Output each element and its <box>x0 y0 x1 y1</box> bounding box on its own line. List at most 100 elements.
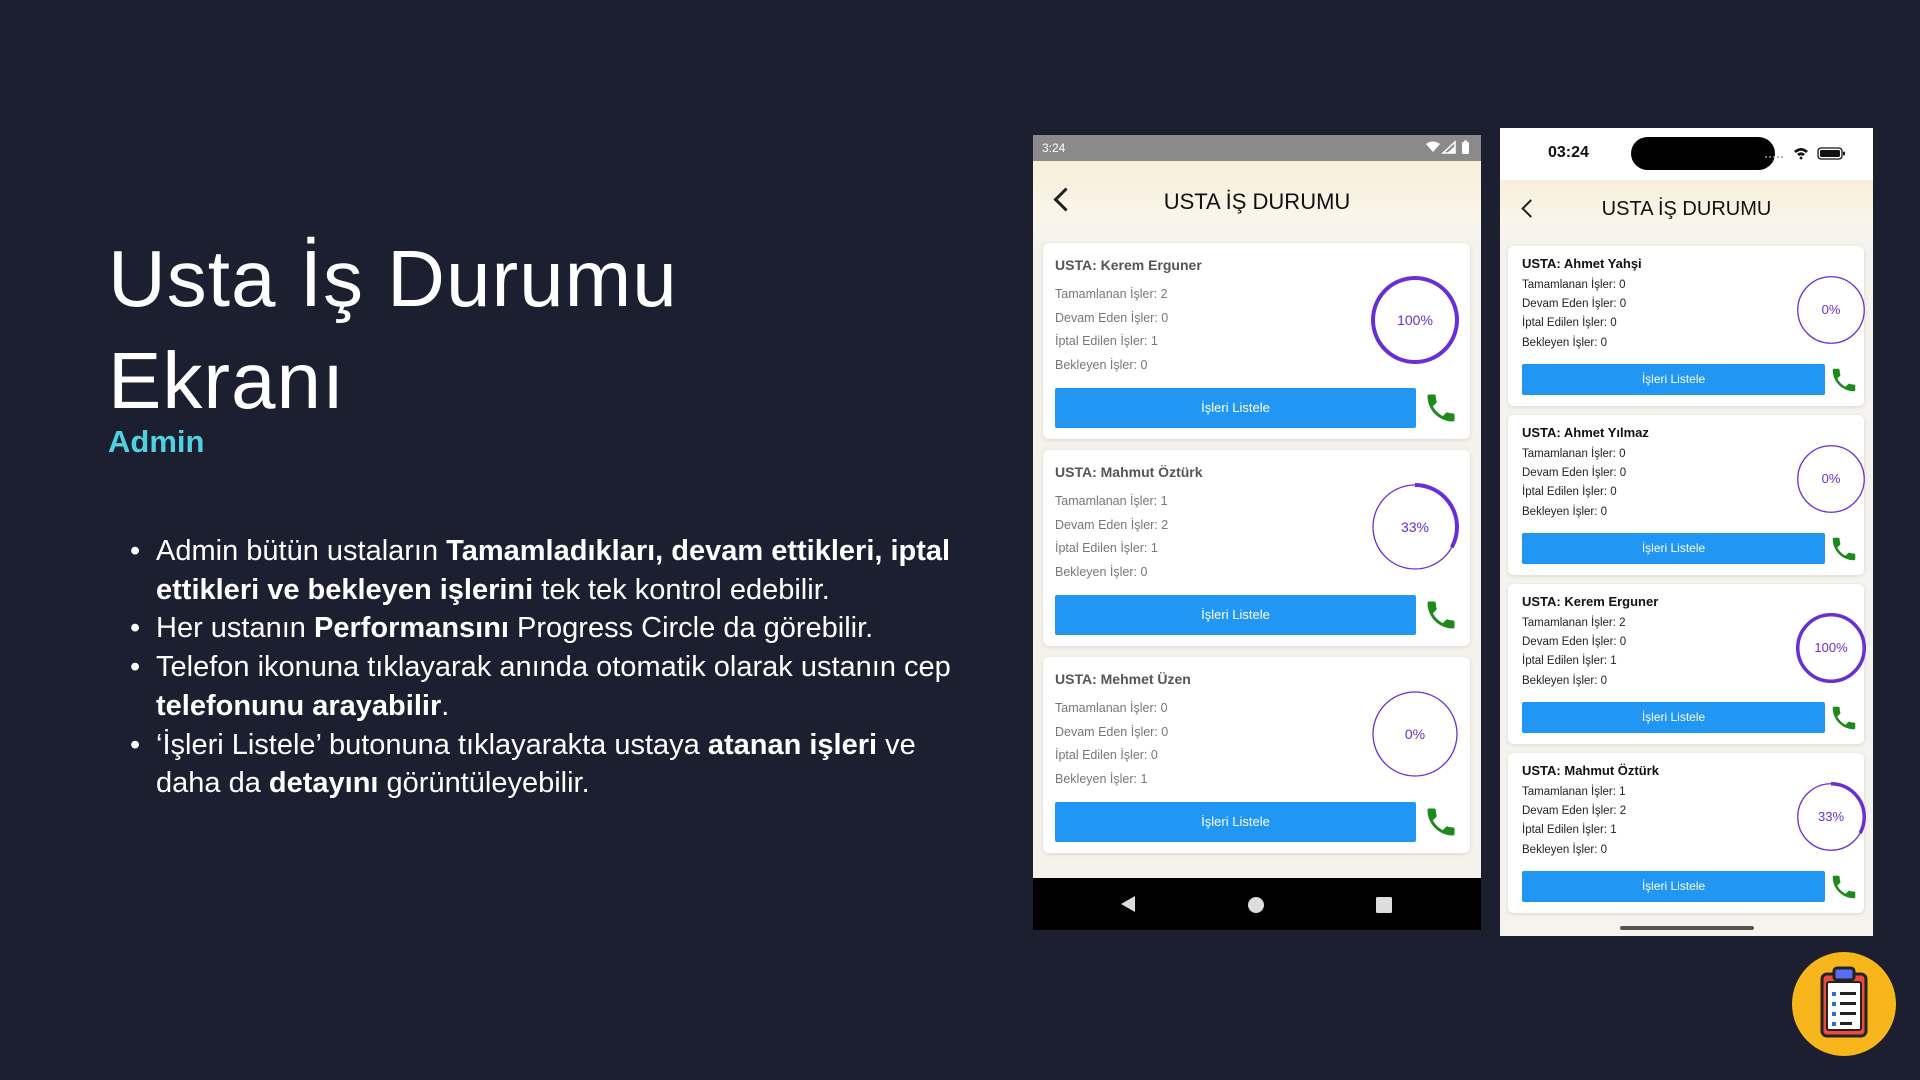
ios-screen-title: USTA İŞ DURUMU <box>1601 198 1772 220</box>
slide-subtitle: Admin <box>108 424 205 459</box>
slide-title: Usta İş Durumu Ekranı <box>108 228 678 432</box>
usta-card: USTA: Mahmut Öztürk Tamamlanan İşler: 1 De… <box>1508 753 1866 913</box>
usta-stat: İptal Edilen İşler: 1 <box>1522 655 1617 668</box>
clipboard-checklist-icon <box>1820 966 1868 1038</box>
phone-icon[interactable] <box>1829 534 1859 568</box>
bullet-text: görüntüleyebilir. <box>378 767 590 800</box>
usta-card: USTA: Ahmet Yahşi Tamamlanan İşler: 0 Deva… <box>1508 246 1866 406</box>
ios-status-bar: 03:24 <box>1500 128 1873 180</box>
usta-name: USTA: Mehmet Üzen <box>1055 671 1191 687</box>
bullet-text: ‘İşleri Listele’ butonuna tıklayarakta u… <box>156 728 708 761</box>
usta-stat: Tamamlanan İşler: 2 <box>1055 287 1168 301</box>
feature-bullet: Admin bütün ustaların Tamamladıkları, de… <box>130 532 970 609</box>
usta-card: USTA: Kerem Erguner Tamamlanan İşler: 2 De… <box>1508 584 1866 744</box>
usta-card: USTA: Ahmet Yılmaz Tamamlanan İşler: 0 Dev… <box>1508 415 1866 575</box>
bullet-text: Telefon ikonuna tıklayarak anında otomat… <box>156 651 951 684</box>
usta-stat: Tamamlanan İşler: 2 <box>1522 617 1626 629</box>
phone-icon[interactable] <box>1423 597 1459 637</box>
progress-percent-label: 100% <box>1814 640 1848 656</box>
usta-stat: Devam Eden İşler: 2 <box>1522 805 1627 818</box>
usta-name: USTA: Mahmut Öztürk <box>1522 763 1659 778</box>
phone-icon[interactable] <box>1423 804 1459 844</box>
usta-name: USTA: Kerem Erguner <box>1522 594 1659 609</box>
bullet-text: Admin bütün ustaların <box>156 535 447 567</box>
usta-stat: Bekleyen İşler: 0 <box>1055 357 1148 372</box>
usta-stat: İptal Edilen İşler: 1 <box>1055 541 1158 555</box>
bullet-text: . <box>441 689 450 722</box>
bullet-text: Progress Circle da görebilir. <box>508 612 874 645</box>
list-jobs-button[interactable]: İşleri Listele <box>1055 802 1416 842</box>
android-screen-title: USTA İŞ DURUMU <box>1163 189 1351 214</box>
bullet-bold-text: atanan işleri <box>707 728 878 761</box>
usta-stat: Tamamlanan İşler: 0 <box>1522 279 1626 291</box>
usta-stat: Bekleyen İşler: 0 <box>1522 505 1608 518</box>
android-status-time: 3:24 <box>1042 141 1066 155</box>
phone-icon[interactable] <box>1829 365 1859 399</box>
usta-stat: Bekleyen İşler: 0 <box>1522 843 1608 856</box>
ios-phone-screenshot: 03:24 USTA İŞ DURUMU USTA: Ahmet Yahşi Ta… <box>1500 128 1873 936</box>
phone-icon[interactable] <box>1423 390 1459 430</box>
progress-percent-label: 33% <box>1400 518 1430 535</box>
feature-bullet-list: Admin bütün ustaların Tamamladıkları, de… <box>130 532 970 803</box>
usta-stat: Tamamlanan İşler: 0 <box>1055 701 1168 715</box>
usta-name: USTA: Ahmet Yılmaz <box>1522 425 1649 440</box>
usta-name: USTA: Mahmut Öztürk <box>1055 464 1203 480</box>
list-jobs-button[interactable]: İşleri Listele <box>1522 533 1825 564</box>
usta-stat: İptal Edilen İşler: 1 <box>1522 824 1617 837</box>
phone-icon[interactable] <box>1829 703 1859 737</box>
usta-stat: Tamamlanan İşler: 1 <box>1055 494 1168 508</box>
performance-progress-circle: 0% <box>1796 275 1866 345</box>
ios-app-header: USTA İŞ DURUMU <box>1500 180 1873 240</box>
nav-home-circle-icon[interactable] <box>1247 896 1265 914</box>
usta-stat: Devam Eden İşler: 0 <box>1522 467 1627 480</box>
list-jobs-button[interactable]: İşleri Listele <box>1522 871 1825 902</box>
app-logo <box>1792 952 1896 1056</box>
android-nav-bar <box>1033 878 1481 930</box>
feature-bullet: Her ustanın Performansını Progress Circl… <box>130 609 970 648</box>
usta-stat: Bekleyen İşler: 0 <box>1522 336 1608 349</box>
phone-icon[interactable] <box>1829 872 1859 906</box>
bullet-bold-text: telefonunu arayabilir <box>156 689 442 722</box>
usta-name: USTA: Ahmet Yahşi <box>1522 256 1642 271</box>
usta-stat: İptal Edilen İşler: 0 <box>1055 748 1158 762</box>
usta-stat: Tamamlanan İşler: 1 <box>1522 786 1626 798</box>
usta-stat: Bekleyen İşler: 1 <box>1055 771 1148 786</box>
nav-back-triangle-icon[interactable] <box>1119 895 1137 913</box>
usta-card: USTA: Kerem Erguner Tamamlanan İşler: 2 De… <box>1043 243 1470 439</box>
progress-percent-label: 0% <box>1821 471 1841 487</box>
nav-recents-square-icon[interactable] <box>1375 896 1393 914</box>
usta-name: USTA: Kerem Erguner <box>1055 257 1202 273</box>
progress-percent-label: 0% <box>1404 725 1426 742</box>
usta-stat: İptal Edilen İşler: 1 <box>1055 334 1158 348</box>
usta-stat: İptal Edilen İşler: 0 <box>1522 317 1617 330</box>
performance-progress-circle: 33% <box>1796 782 1866 852</box>
usta-card: USTA: Mehmet Üzen Tamamlanan İşler: 0 Deva… <box>1043 657 1470 853</box>
bullet-bold-text: detayını <box>268 767 379 800</box>
usta-stat: Devam Eden İşler: 0 <box>1522 298 1627 311</box>
android-phone-screenshot: 3:24 USTA İŞ DURUMU USTA: Kerem Erguner T… <box>1033 135 1481 930</box>
usta-stat: Devam Eden İşler: 0 <box>1055 724 1169 739</box>
ios-status-icons <box>1765 147 1845 160</box>
signal-battery-icon <box>1426 140 1469 154</box>
slide-title-line-2: Ekranı <box>108 336 346 425</box>
ios-status-time: 03:24 <box>1548 144 1589 161</box>
list-jobs-button[interactable]: İşleri Listele <box>1522 702 1825 733</box>
usta-stat: Bekleyen İşler: 0 <box>1055 564 1148 579</box>
performance-progress-circle: 0% <box>1796 444 1866 514</box>
bullet-text: Her ustanın <box>156 612 314 645</box>
usta-stat: Tamamlanan İşler: 0 <box>1522 448 1626 460</box>
usta-stat: Devam Eden İşler: 2 <box>1055 517 1169 532</box>
feature-bullet: Telefon ikonuna tıklayarak anında otomat… <box>130 648 970 725</box>
usta-card: USTA: Mahmut Öztürk Tamamlanan İşler: 1 De… <box>1043 450 1470 646</box>
list-jobs-button[interactable]: İşleri Listele <box>1055 595 1416 635</box>
performance-progress-circle: 100% <box>1371 276 1459 364</box>
usta-stat: Devam Eden İşler: 0 <box>1522 636 1627 649</box>
performance-progress-circle: 100% <box>1796 613 1866 683</box>
bullet-bold-text: Performansını <box>313 612 509 645</box>
feature-bullet: ‘İşleri Listele’ butonuna tıklayarakta u… <box>130 726 970 803</box>
list-jobs-button[interactable]: İşleri Listele <box>1055 388 1416 428</box>
android-status-bar: 3:24 <box>1033 135 1481 161</box>
list-jobs-button[interactable]: İşleri Listele <box>1522 364 1825 395</box>
bullet-text: tek tek kontrol edebilir. <box>533 573 830 606</box>
slide-title-line-1: Usta İş Durumu <box>108 234 678 323</box>
